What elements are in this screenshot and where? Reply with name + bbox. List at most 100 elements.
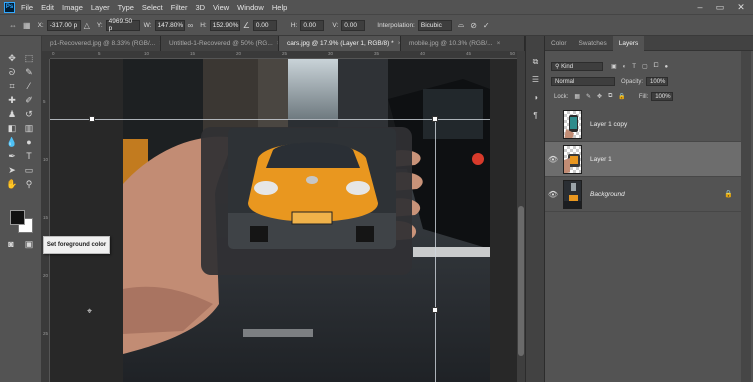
reference-point-icon[interactable]: ▦ [23, 21, 31, 30]
tab-untitled-1-recovered[interactable]: Untitled-1-Recovered @ 50% (RG...× [161, 36, 279, 51]
vskew-field[interactable]: 0.00 [341, 19, 366, 31]
gradient-tool-icon[interactable]: ▥ [22, 122, 36, 134]
eraser-tool-icon[interactable]: ◧ [5, 122, 19, 134]
quick-select-tool-icon[interactable]: ✎ [22, 66, 36, 78]
filter-pixel-icon[interactable]: ▣ [611, 63, 617, 70]
quick-mask-icon[interactable]: ◙ [4, 238, 18, 250]
transform-tool-icon[interactable]: ⇔ [9, 21, 17, 30]
layer-name[interactable]: Layer 1 [590, 156, 612, 163]
tab-close-icon[interactable]: × [497, 40, 501, 47]
scroll-thumb[interactable] [518, 206, 524, 356]
menu-edit[interactable]: Edit [41, 3, 54, 12]
width-field[interactable]: 147.80% [154, 19, 185, 31]
maximize-icon[interactable]: ▭ [710, 0, 730, 14]
document-tabs: p1-Recovered.jpg @ 8.33% (RGB/...× Untit… [42, 36, 525, 51]
link-icon[interactable]: ∞ [188, 21, 194, 30]
menu-select[interactable]: Select [142, 3, 163, 12]
layer-row-layer-1-copy[interactable]: 👁 Layer 1 copy [545, 107, 741, 142]
hskew-field[interactable]: 0.00 [300, 19, 325, 31]
eyedropper-tool-icon[interactable]: ⁄ [22, 80, 36, 92]
interpolation-select[interactable]: Bicubic [417, 19, 452, 31]
zoom-tool-icon[interactable]: ⚲ [22, 178, 36, 190]
visibility-eye-icon[interactable]: 👁 [545, 190, 561, 199]
filter-type-icon[interactable]: T [632, 64, 636, 70]
lasso-tool-icon[interactable]: ᘐ [5, 66, 19, 78]
horizontal-ruler[interactable]: 0 5 10 15 20 25 30 35 40 45 50 [50, 51, 517, 59]
opacity-field[interactable]: 100% [646, 77, 669, 86]
fill-field[interactable]: 100% [651, 92, 674, 101]
marquee-tool-icon[interactable]: ⬚ [22, 52, 36, 64]
menu-view[interactable]: View [213, 3, 229, 12]
crop-tool-icon[interactable]: ⌗ [5, 80, 19, 92]
layer-name[interactable]: Background [590, 191, 625, 198]
lock-pixels-icon[interactable]: ✎ [586, 93, 591, 100]
x-field[interactable]: -317.00 p [46, 19, 81, 31]
move-tool-icon[interactable]: ✥ [5, 52, 19, 64]
lock-transparency-icon[interactable]: ▦ [574, 93, 580, 100]
lock-position-icon[interactable]: ✥ [597, 93, 602, 100]
shape-tool-icon[interactable]: ▭ [22, 164, 36, 176]
filter-shape-icon[interactable]: ▢ [642, 63, 648, 70]
close-icon[interactable]: ✕ [731, 0, 751, 14]
layer-row-background[interactable]: 👁 Background 🔒 [545, 177, 741, 212]
photoshop-logo[interactable]: Ps [4, 1, 15, 13]
warp-icon[interactable]: ⌓ [458, 20, 464, 30]
menu-file[interactable]: File [21, 3, 33, 12]
vertical-ruler[interactable]: 5 10 15 20 25 [42, 59, 50, 382]
foreground-color-swatch[interactable] [10, 210, 25, 225]
history-brush-icon[interactable]: ↺ [22, 108, 36, 120]
transform-handle[interactable] [432, 116, 438, 122]
menu-3d[interactable]: 3D [195, 3, 205, 12]
minimize-icon[interactable]: – [690, 0, 710, 14]
y-field[interactable]: 4969.50 p [105, 18, 140, 32]
menu-type[interactable]: Type [118, 3, 134, 12]
tab-mobile[interactable]: mobile.jpg @ 10.3% (RGB/... × [401, 36, 525, 51]
tab-cars[interactable]: cars.jpg @ 17.9% (Layer 1, RGB/8) *× [279, 36, 401, 51]
clone-stamp-icon[interactable]: ♟ [5, 108, 19, 120]
paragraph-panel-icon[interactable]: ¶ [530, 110, 541, 120]
layer-name[interactable]: Layer 1 copy [590, 121, 627, 128]
blend-mode-select[interactable]: Normal [551, 77, 615, 86]
pen-tool-icon[interactable]: ✒ [5, 150, 19, 162]
visibility-eye-icon[interactable]: 👁 [545, 155, 561, 164]
lock-all-icon[interactable]: 🔒 [618, 93, 625, 100]
screen-mode-icon[interactable]: ▣ [22, 238, 36, 250]
tab-layers[interactable]: Layers [612, 36, 645, 51]
cancel-transform-icon[interactable]: ⊘ [470, 21, 477, 30]
properties-panel-icon[interactable]: ☰ [530, 74, 541, 84]
layer-row-layer-1[interactable]: 👁 Layer 1 [545, 142, 741, 177]
brush-tool-icon[interactable]: ✐ [22, 94, 36, 106]
canvas-vertical-scrollbar[interactable] [517, 51, 525, 382]
transform-handle[interactable] [89, 116, 95, 122]
menu-filter[interactable]: Filter [171, 3, 188, 12]
visibility-eye-icon[interactable]: 👁 [545, 120, 561, 129]
filter-adjustment-icon[interactable]: ◐ [623, 64, 627, 70]
path-select-icon[interactable]: ➤ [5, 164, 19, 176]
commit-transform-icon[interactable]: ✓ [483, 21, 490, 30]
kind-filter-select[interactable]: ⚲ Kind [551, 62, 603, 71]
menu-window[interactable]: Window [237, 3, 264, 12]
tab-color[interactable]: Color [545, 36, 573, 51]
transform-center-icon[interactable]: ⌖ [87, 306, 92, 317]
hand-tool-icon[interactable]: ✋ [5, 178, 19, 190]
type-tool-icon[interactable]: T [22, 150, 36, 162]
menu-help[interactable]: Help [272, 3, 287, 12]
delta-icon[interactable]: △ [84, 21, 90, 30]
adjustments-panel-icon[interactable]: ◑ [530, 92, 541, 102]
blur-tool-icon[interactable]: 💧 [5, 136, 19, 148]
tab-swatches[interactable]: Swatches [573, 36, 613, 51]
menu-layer[interactable]: Layer [91, 3, 110, 12]
filter-toggle-icon[interactable]: ● [664, 64, 668, 70]
transform-handle[interactable] [432, 307, 438, 313]
lock-artboard-icon[interactable]: ⧉ [608, 93, 612, 100]
history-panel-icon[interactable]: ⧉ [530, 57, 541, 67]
dodge-tool-icon[interactable]: ● [22, 136, 36, 148]
height-field[interactable]: 152.90% [209, 19, 240, 31]
healing-brush-icon[interactable]: ✚ [5, 94, 19, 106]
ruler-tick-label: 50 [510, 51, 516, 56]
menu-image[interactable]: Image [62, 3, 83, 12]
angle-field[interactable]: 0.00 [252, 19, 277, 31]
tab-p1-recovered[interactable]: p1-Recovered.jpg @ 8.33% (RGB/...× [42, 36, 161, 51]
layers-scrollbar[interactable] [741, 51, 751, 382]
filter-smart-object-icon[interactable]: ⧠ [654, 63, 659, 70]
